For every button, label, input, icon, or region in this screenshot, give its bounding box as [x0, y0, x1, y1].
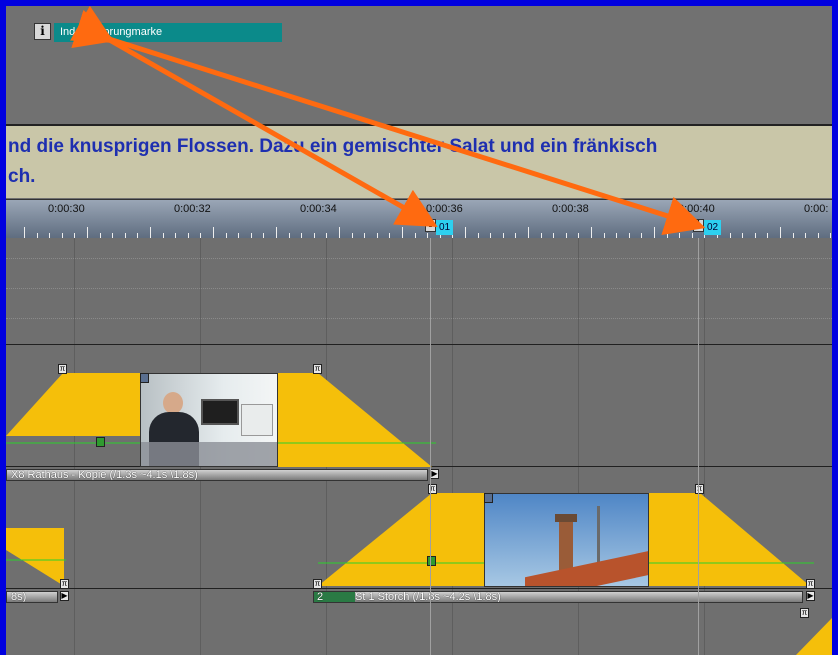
timeline-window: i Index / Sprungmarke nd die knusprigen …	[6, 6, 832, 655]
annotation-arrow	[71, 9, 706, 236]
annotation-arrows	[70, 6, 706, 236]
annotation-arrow	[70, 6, 438, 227]
